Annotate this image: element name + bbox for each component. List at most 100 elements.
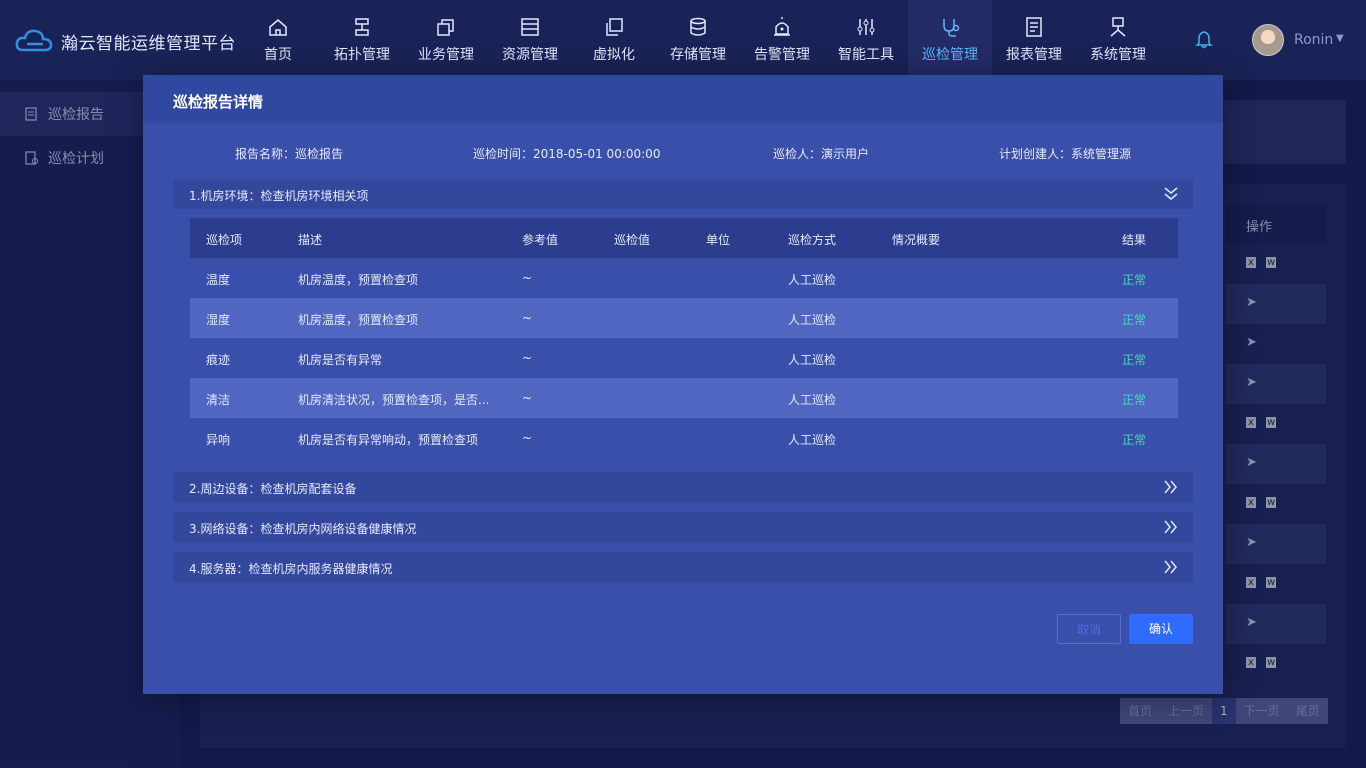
- app-title: 瀚云智能运维管理平台: [61, 33, 236, 54]
- tools-icon: [857, 19, 875, 35]
- topology-icon: [355, 18, 369, 36]
- cell-desc: 机房清洁状况，预置检查项，是否...: [298, 393, 490, 407]
- modal-title: 巡检报告详情: [173, 93, 264, 111]
- cell-ref: ~: [522, 311, 533, 325]
- modal-header: 巡检报告详情: [143, 75, 1223, 123]
- cell-desc: 机房是否有异常响动，预置检查项: [298, 433, 479, 447]
- nav-label: 拓扑管理: [334, 47, 390, 63]
- chevrons-up-icon[interactable]: [1163, 186, 1179, 202]
- cell-ref: ~: [522, 271, 533, 285]
- cell-method: 人工巡检: [788, 313, 837, 327]
- confirm-button[interactable]: 确认: [1129, 614, 1193, 644]
- inspector: 巡检人：演示用户: [773, 147, 870, 161]
- cell-result: 正常: [1122, 273, 1147, 287]
- inspection-table: 巡检项 描述 参考值 巡检值 单位 巡检方式 情况概要 结果 温度 机房温度，预置检查项 ~ 人工巡…: [190, 218, 1178, 458]
- nav-label: 智能工具: [838, 47, 894, 63]
- nav-label: 首页: [264, 47, 292, 63]
- report-icon: [1026, 17, 1042, 37]
- home-icon: [269, 19, 287, 36]
- report-detail-modal: 巡检报告详情 报告名称：巡检报告 巡检时间：2018-05-01 00:00:0…: [143, 75, 1223, 694]
- cell-ref: ~: [522, 431, 533, 445]
- inspection-icon: [943, 19, 960, 37]
- business-icon: [437, 19, 454, 36]
- nav-label: 虚拟化: [593, 47, 635, 63]
- section-body-1: 巡检项 描述 参考值 巡检值 单位 巡检方式 情况概要 结果 温度 机房温度，预置检查项 ~ 人工巡…: [173, 209, 1193, 461]
- nav-item-virtualization[interactable]: 虚拟化: [572, 0, 656, 80]
- nav-item-business[interactable]: 业务管理: [404, 0, 488, 80]
- cell-ref: ~: [522, 391, 533, 405]
- column-header: 巡检值: [614, 233, 651, 247]
- logo[interactable]: 瀚云智能运维管理平台: [15, 28, 236, 54]
- nav-item-system[interactable]: 系统管理: [1076, 0, 1160, 80]
- cell-item: 痕迹: [206, 353, 231, 367]
- nav-label: 系统管理: [1090, 47, 1146, 63]
- cell-ref: ~: [522, 351, 533, 365]
- section-title: 3.网络设备：检查机房内网络设备健康情况: [189, 522, 417, 536]
- bell-icon[interactable]: [1194, 30, 1214, 50]
- cell-desc: 机房温度，预置检查项: [298, 273, 419, 287]
- nav-item-topology[interactable]: 拓扑管理: [320, 0, 404, 80]
- top-navbar: 瀚云智能运维管理平台 首页 拓扑管理 业务管理 资源管理 虚拟化 存储管理 告警管理 智能工具…: [0, 0, 1366, 80]
- nav-item-home[interactable]: 首页: [236, 0, 320, 80]
- nav-label: 存储管理: [670, 47, 726, 63]
- alarm-icon: [774, 17, 790, 36]
- cell-item: 清洁: [206, 393, 231, 407]
- cell-desc: 机房温度，预置检查项: [298, 313, 419, 327]
- section-title: 4.服务器：检查机房内服务器健康情况: [189, 562, 393, 576]
- cancel-button[interactable]: 取消: [1057, 614, 1121, 644]
- column-header: 巡检方式: [788, 233, 837, 247]
- table-row: 湿度 机房温度，预置检查项 ~ 人工巡检 正常: [190, 298, 1178, 338]
- nav-item-storage[interactable]: 存储管理: [656, 0, 740, 80]
- table-row: 清洁 机房清洁状况，预置检查项，是否... ~ 人工巡检 正常: [190, 378, 1178, 418]
- table-header: 巡检项 描述 参考值 巡检值 单位 巡检方式 情况概要 结果: [190, 218, 1178, 258]
- cell-item: 温度: [206, 273, 231, 287]
- chevron-down-icon[interactable]: ▼: [1336, 33, 1344, 44]
- nav-item-inspection[interactable]: 巡检管理: [908, 0, 992, 80]
- chevrons-right-icon[interactable]: [1163, 479, 1179, 495]
- inspection-time: 巡检时间：2018-05-01 00:00:00: [473, 147, 661, 161]
- section-title: 2.周边设备：检查机房配套设备: [189, 482, 357, 496]
- column-header: 结果: [1122, 233, 1147, 247]
- cell-desc: 机房是否有异常: [298, 353, 383, 367]
- virtualization-icon: [606, 18, 623, 36]
- nav-label: 告警管理: [754, 47, 810, 63]
- section-header-2[interactable]: 2.周边设备：检查机房配套设备: [173, 472, 1193, 502]
- cell-result: 正常: [1122, 393, 1147, 407]
- nav-label: 巡检管理: [922, 47, 978, 63]
- cloud-logo-icon: [15, 29, 53, 52]
- section-header-3[interactable]: 3.网络设备：检查机房内网络设备健康情况: [173, 512, 1193, 542]
- cell-method: 人工巡检: [788, 433, 837, 447]
- main-nav: 首页 拓扑管理 业务管理 资源管理 虚拟化 存储管理 告警管理 智能工具 巡检管理 报表管理 系统管…: [236, 0, 1160, 80]
- cell-method: 人工巡检: [788, 273, 837, 287]
- column-header: 情况概要: [892, 233, 941, 247]
- section-header-1[interactable]: 1.机房环境：检查机房环境相关项: [173, 179, 1193, 209]
- cell-item: 异响: [206, 433, 231, 447]
- column-header: 单位: [706, 233, 731, 247]
- nav-item-alarm[interactable]: 告警管理: [740, 0, 824, 80]
- storage-icon: [690, 17, 706, 36]
- plan-creator: 计划创建人：系统管理源: [999, 147, 1132, 161]
- table-row: 痕迹 机房是否有异常 ~ 人工巡检 正常: [190, 338, 1178, 378]
- chevrons-right-icon[interactable]: [1163, 519, 1179, 535]
- cell-item: 湿度: [206, 313, 231, 327]
- column-header: 巡检项: [206, 233, 243, 247]
- cell-result: 正常: [1122, 313, 1147, 327]
- nav-label: 资源管理: [502, 47, 558, 63]
- chevrons-right-icon[interactable]: [1163, 559, 1179, 575]
- column-header: 参考值: [522, 233, 559, 247]
- avatar[interactable]: [1252, 24, 1284, 56]
- nav-item-resource[interactable]: 资源管理: [488, 0, 572, 80]
- section-header-4[interactable]: 4.服务器：检查机房内服务器健康情况: [173, 552, 1193, 582]
- nav-label: 报表管理: [1006, 47, 1062, 63]
- report-name: 报告名称：巡检报告: [235, 147, 344, 161]
- username[interactable]: Ronin: [1294, 32, 1333, 48]
- cell-result: 正常: [1122, 353, 1147, 367]
- nav-label: 业务管理: [418, 47, 474, 63]
- cell-method: 人工巡检: [788, 393, 837, 407]
- cell-result: 正常: [1122, 433, 1147, 447]
- column-header: 描述: [298, 233, 323, 247]
- nav-item-tools[interactable]: 智能工具: [824, 0, 908, 80]
- cell-method: 人工巡检: [788, 353, 837, 367]
- resource-icon: [521, 18, 539, 36]
- nav-item-report[interactable]: 报表管理: [992, 0, 1076, 80]
